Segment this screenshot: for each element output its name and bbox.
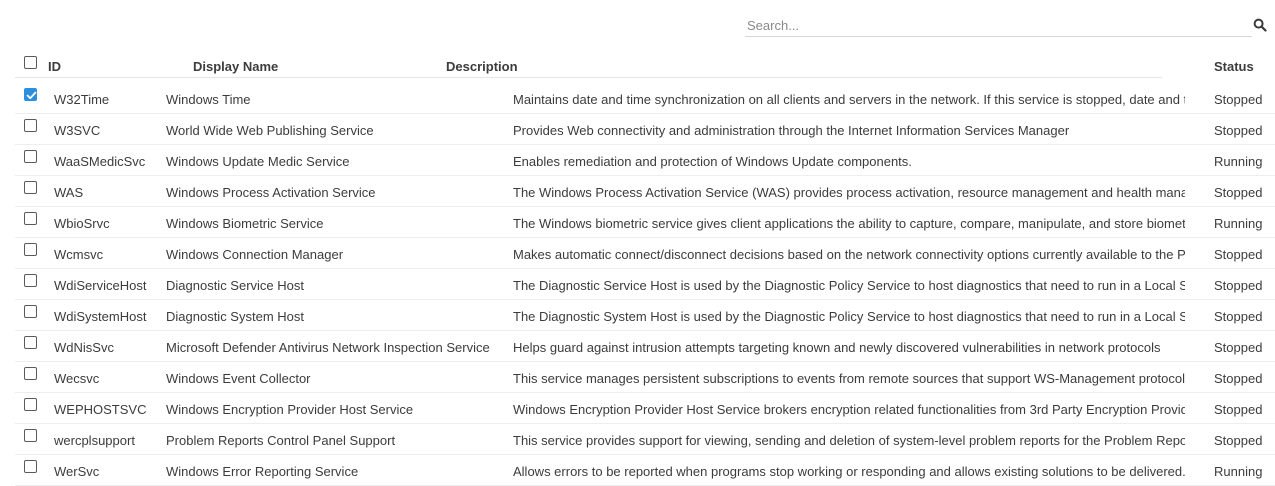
cell-display-name: Windows Connection Manager [166,247,344,262]
cell-display-name: Microsoft Defender Antivirus Network Ins… [166,340,490,355]
cell-status: Stopped [1214,340,1263,355]
cell-status: Stopped [1214,185,1263,200]
cell-description: The Windows biometric service gives clie… [513,216,1185,231]
cell-description: This service provides support for viewin… [513,433,1185,448]
cell-status: Stopped [1214,402,1263,417]
cell-status: Stopped [1214,371,1263,386]
table-row[interactable]: WdiSystemHost Diagnostic System Host The D… [0,300,1275,331]
row-checkbox[interactable] [24,243,37,256]
cell-display-name: World Wide Web Publishing Service [166,123,374,138]
cell-id: WdNisSvc [54,340,114,355]
cell-status: Running [1214,464,1263,479]
cell-status: Stopped [1214,92,1263,107]
row-checkbox[interactable] [24,181,37,194]
row-checkbox[interactable] [24,460,37,473]
cell-display-name: Diagnostic System Host [166,309,304,324]
cell-id: WerSvc [54,464,100,479]
table-row[interactable]: WEPHOSTSVC Windows Encryption Provider Ho… [0,393,1275,424]
table-row[interactable]: WbioSrvc Windows Biometric Service The Win… [0,207,1275,238]
table-row[interactable]: WaaSMedicSvc Windows Update Medic Service… [0,145,1275,176]
header-divider [15,77,1162,78]
header-display-name[interactable]: Display Name [193,59,278,74]
header-status[interactable]: Status [1214,59,1254,74]
table-row[interactable]: WAS Windows Process Activation Service The… [0,176,1275,207]
table-row[interactable]: W3SVC World Wide Web Publishing Service Pr… [0,114,1275,145]
cell-description: Enables remediation and protection of Wi… [513,154,912,169]
cell-status: Running [1214,154,1263,169]
cell-display-name: Problem Reports Control Panel Support [166,433,396,448]
cell-display-name: Windows Time [166,92,251,107]
cell-display-name: Windows Biometric Service [166,216,324,231]
table-header: ID Display Name Description Status [0,52,1275,78]
cell-display-name: Windows Event Collector [166,371,311,386]
row-checkbox[interactable] [24,88,37,101]
table-row[interactable]: W32Time Windows Time Maintains date and ti… [0,83,1275,114]
cell-id: Wcmsvc [54,247,104,262]
row-checkbox[interactable] [24,274,37,287]
cell-id: WEPHOSTSVC [54,402,147,417]
cell-status: Running [1214,216,1263,231]
cell-id: WdiSystemHost [54,309,147,324]
cell-description: The Windows Process Activation Service (… [513,185,1185,200]
cell-description: This service manages persistent subscrip… [513,371,1185,386]
cell-display-name: Windows Process Activation Service [166,185,376,200]
table-row[interactable]: WerSvc Windows Error Reporting Service All… [0,455,1275,486]
row-checkbox[interactable] [24,367,37,380]
cell-description: Provides Web connectivity and administra… [513,123,1070,138]
cell-display-name: Windows Error Reporting Service [166,464,359,479]
cell-status: Stopped [1214,247,1263,262]
row-checkbox[interactable] [24,305,37,318]
cell-id: WdiServiceHost [54,278,147,293]
cell-description: Helps guard against intrusion attempts t… [513,340,1161,355]
cell-id: WAS [54,185,84,200]
table-row[interactable]: WdiServiceHost Diagnostic Service Host The… [0,269,1275,300]
search-bar [745,14,1270,38]
cell-id: WaaSMedicSvc [54,154,146,169]
row-checkbox[interactable] [24,150,37,163]
table-row[interactable]: Wcmsvc Windows Connection Manager Makes au… [0,238,1275,269]
cell-status: Stopped [1214,278,1263,293]
cell-description: Windows Encryption Provider Host Service… [513,402,1185,417]
table-row[interactable]: wercplsupport Problem Reports Control Pan… [0,424,1275,455]
cell-description: Makes automatic connect/disconnect decis… [513,247,1185,262]
cell-id: Wecsvc [54,371,100,386]
cell-description: The Diagnostic System Host is used by th… [513,309,1185,324]
cell-id: wercplsupport [54,433,135,448]
cell-description: Maintains date and time synchronization … [513,92,1185,107]
cell-id: W32Time [54,92,110,107]
row-checkbox[interactable] [24,398,37,411]
cell-description: Allows errors to be reported when progra… [513,464,1185,479]
search-input[interactable] [745,14,1252,37]
cell-status: Stopped [1214,123,1263,138]
cell-status: Stopped [1214,309,1263,324]
cell-display-name: Diagnostic Service Host [166,278,304,293]
cell-display-name: Windows Encryption Provider Host Service [166,402,414,417]
row-checkbox[interactable] [24,336,37,349]
table-row[interactable]: WdNisSvc Microsoft Defender Antivirus Net… [0,331,1275,362]
services-page: ID Display Name Description Status W32Ti… [0,0,1275,486]
row-checkbox[interactable] [24,212,37,225]
header-id[interactable]: ID [48,59,61,74]
row-checkbox[interactable] [24,119,37,132]
cell-display-name: Windows Update Medic Service [166,154,350,169]
table-row[interactable]: Wecsvc Windows Event Collector This servic… [0,362,1275,393]
cell-id: W3SVC [54,123,101,138]
header-description[interactable]: Description [446,59,518,74]
row-checkbox[interactable] [24,429,37,442]
cell-status: Stopped [1214,433,1263,448]
select-all-checkbox[interactable] [24,56,37,69]
cell-description: The Diagnostic Service Host is used by t… [513,278,1185,293]
services-table-body: W32Time Windows Time Maintains date and ti… [0,83,1275,486]
search-icon[interactable] [1253,18,1267,32]
checkmark-icon [26,91,37,100]
cell-id: WbioSrvc [54,216,110,231]
